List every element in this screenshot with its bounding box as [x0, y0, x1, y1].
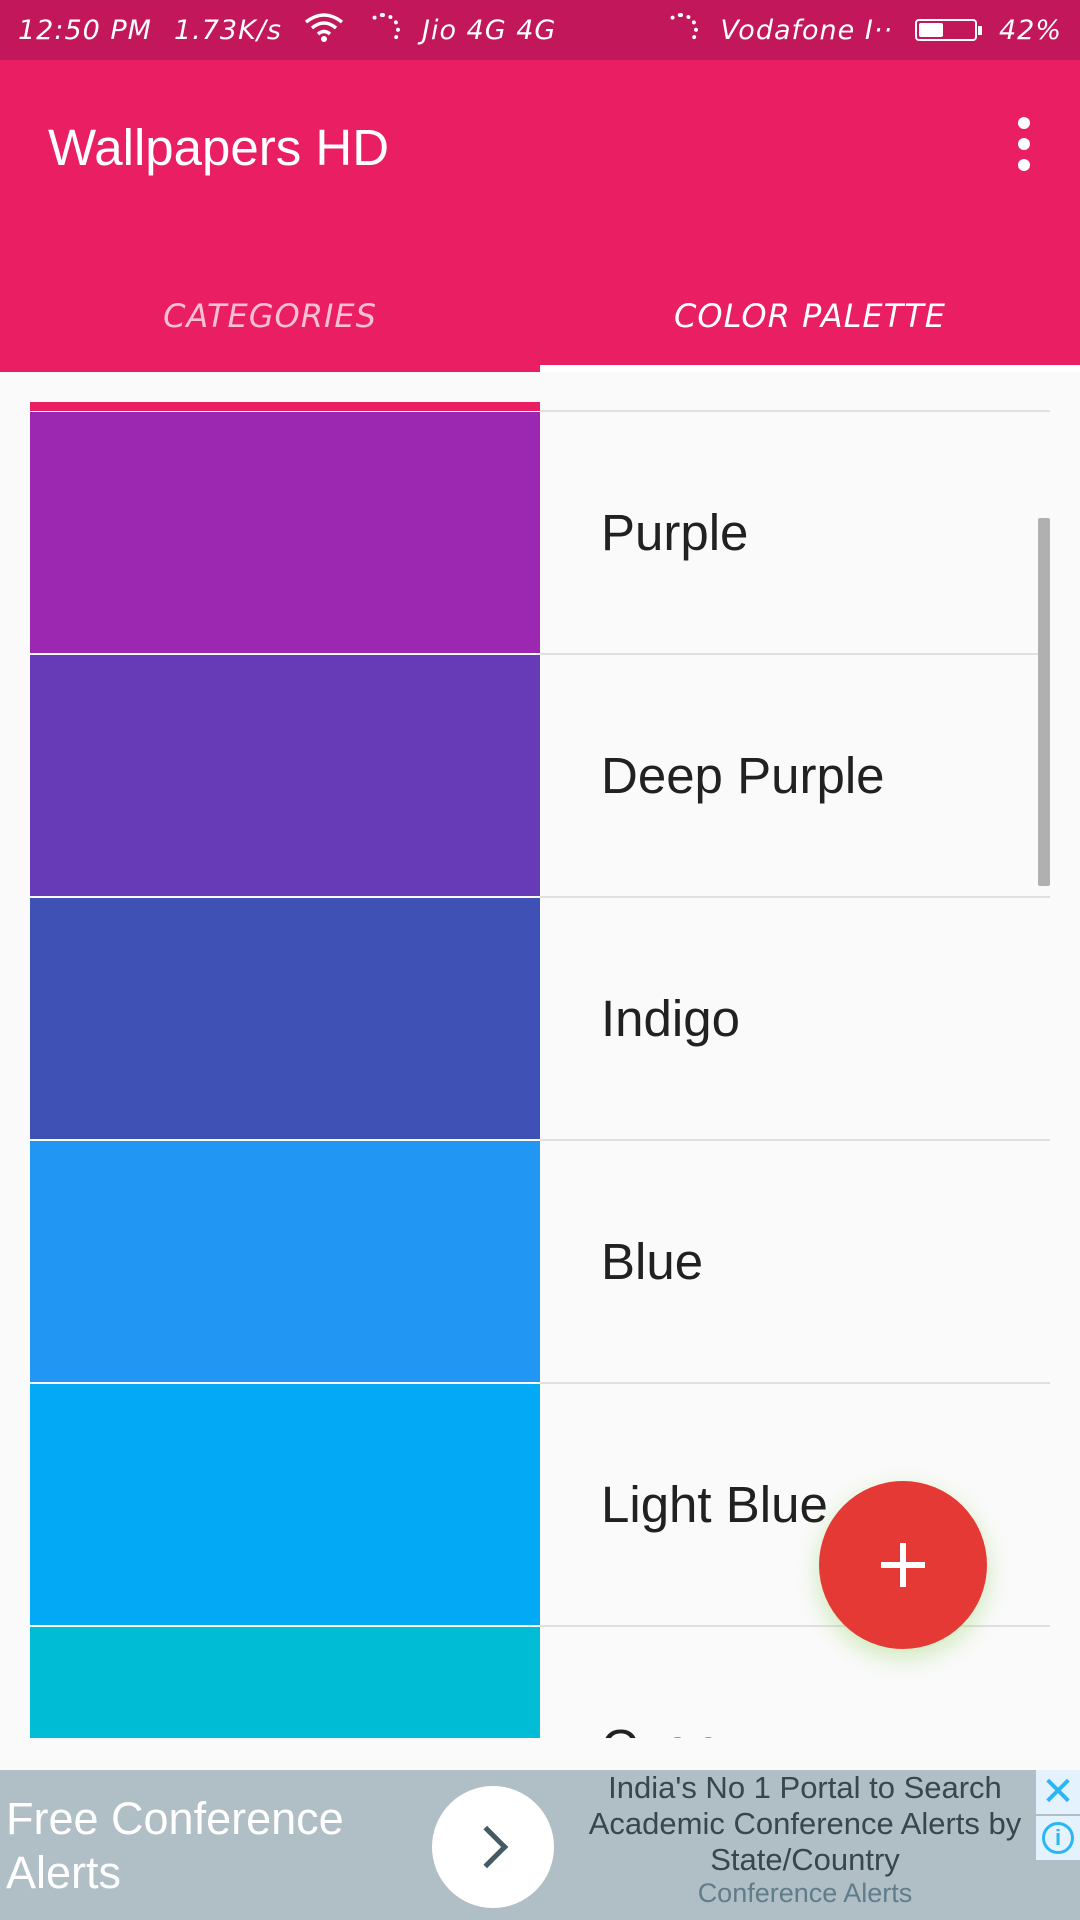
scrollbar[interactable]	[1038, 518, 1050, 886]
color-name: Deep Purple	[601, 747, 885, 804]
ad-description: India's No 1 Portal to Search Academic C…	[588, 1770, 1022, 1877]
previous-color-swatch	[30, 402, 540, 411]
info-icon[interactable]: i	[1036, 1816, 1080, 1860]
close-icon[interactable]: ✕	[1036, 1770, 1080, 1814]
list-item-deep-purple[interactable]: Deep Purple	[30, 655, 1050, 898]
list-item-indigo[interactable]: Indigo	[30, 898, 1050, 1141]
ad-source: Conference Alerts	[697, 1878, 913, 1908]
app-title: Wallpapers HD	[48, 119, 390, 176]
ad-banner[interactable]: Free Conference Alerts India's No 1 Port…	[0, 1770, 1080, 1920]
status-time: 12:50 PM	[18, 14, 152, 46]
carrier-1: Jio 4G 4G	[421, 14, 557, 46]
plus-icon-stroke	[900, 1543, 906, 1587]
signal-loading-icon	[365, 13, 400, 47]
overflow-menu-icon[interactable]	[992, 112, 1056, 176]
color-name: Indigo	[601, 990, 740, 1047]
tab-categories[interactable]: CATEGORIES	[0, 260, 540, 372]
tab-bar: CATEGORIES COLOR PALETTE	[0, 260, 1080, 372]
color-name: Light Blue	[601, 1476, 828, 1533]
status-bar: 12:50 PM 1.73K/s Jio 4G 4G Vodafone I·· …	[0, 0, 1080, 60]
color-name: Purple	[601, 504, 749, 561]
list-item-blue[interactable]: Blue	[30, 1141, 1050, 1384]
color-name: Blue	[601, 1233, 704, 1290]
battery-percent: 42%	[998, 14, 1062, 46]
carrier-2: Vodafone I··	[720, 14, 893, 46]
battery-icon	[914, 19, 982, 41]
ad-open-button[interactable]	[432, 1786, 554, 1908]
tab-color-palette[interactable]: COLOR PALETTE	[540, 260, 1080, 372]
network-speed: 1.73K/s	[173, 14, 282, 46]
chevron-right-icon	[465, 1825, 509, 1869]
add-fab-button[interactable]	[819, 1481, 987, 1649]
ad-title: Free Conference Alerts	[6, 1793, 344, 1898]
list-item-purple[interactable]: Purple	[30, 412, 1050, 655]
wifi-icon	[304, 12, 344, 49]
app-bar: Wallpapers HD CATEGORIES COLOR PALETTE	[0, 60, 1080, 372]
signal-loading-icon-2	[664, 13, 699, 47]
color-name: Cyan	[30, 1627, 720, 1738]
